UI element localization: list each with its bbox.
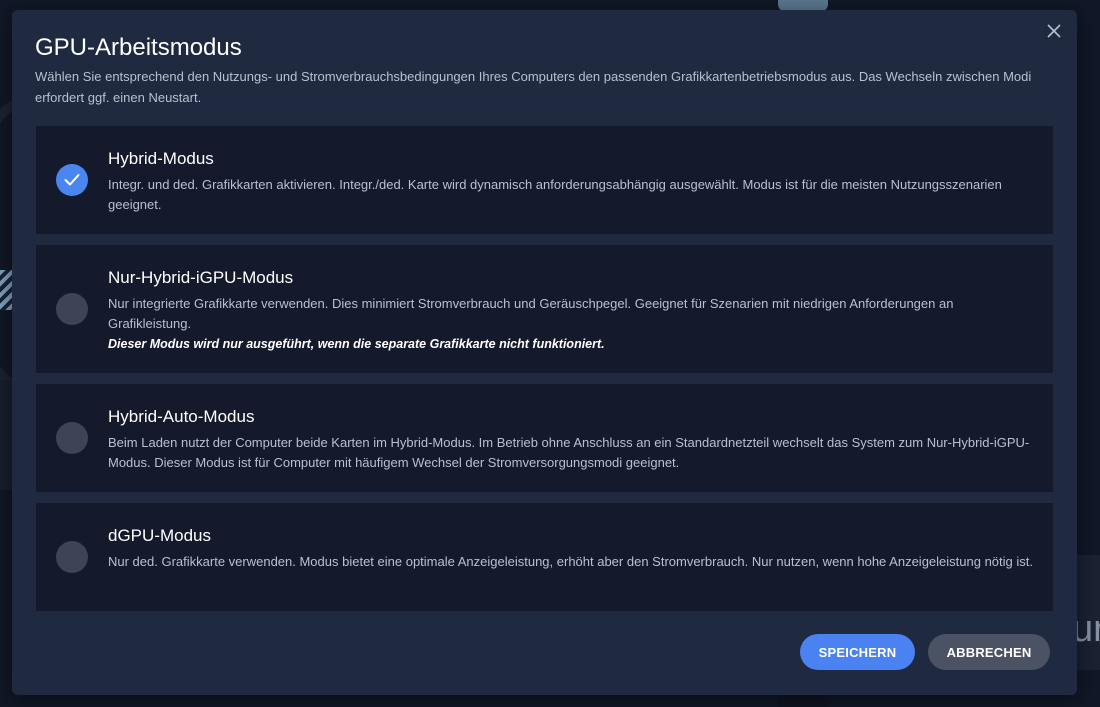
option-title: Hybrid-Modus	[108, 149, 214, 168]
close-icon	[1047, 24, 1061, 38]
radio-button-checked[interactable]	[56, 164, 88, 196]
radio-button[interactable]	[56, 293, 88, 325]
option-title: dGPU-Modus	[108, 526, 211, 545]
background-decoration	[0, 380, 12, 490]
option-description: Integr. und ded. Grafikkarten aktivieren…	[108, 177, 1002, 212]
mode-option-igpu-only[interactable]: Nur-Hybrid-iGPU-Modus Nur integrierte Gr…	[36, 245, 1053, 373]
mode-option-hybrid[interactable]: Hybrid-Modus Integr. und ded. Grafikkart…	[36, 126, 1053, 234]
cancel-button[interactable]: ABBRECHEN	[928, 634, 1050, 670]
mode-option-hybrid-auto[interactable]: Hybrid-Auto-Modus Beim Laden nutzt der C…	[36, 384, 1053, 492]
background-decoration	[778, 695, 828, 707]
option-warning-note: Dieser Modus wird nur ausgeführt, wenn d…	[108, 337, 605, 351]
dialog-title: GPU-Arbeitsmodus	[35, 34, 242, 61]
save-button[interactable]: SPEICHERN	[800, 634, 915, 670]
option-title: Nur-Hybrid-iGPU-Modus	[108, 268, 294, 287]
checkmark-icon	[64, 174, 80, 186]
option-title: Hybrid-Auto-Modus	[108, 407, 255, 426]
gpu-mode-dialog: GPU-Arbeitsmodus Wählen Sie entsprechend…	[12, 10, 1077, 695]
option-description: Nur integrierte Grafikkarte verwenden. D…	[108, 296, 954, 331]
mode-option-dgpu[interactable]: dGPU-Modus Nur ded. Grafikkarte verwende…	[36, 503, 1053, 611]
radio-button[interactable]	[56, 422, 88, 454]
close-button[interactable]	[1043, 20, 1065, 42]
option-description: Beim Laden nutzt der Computer beide Kart…	[108, 435, 1030, 470]
dialog-description: Wählen Sie entsprechend den Nutzungs- un…	[35, 69, 1032, 105]
option-description: Nur ded. Grafikkarte verwenden. Modus bi…	[108, 554, 1033, 569]
radio-button[interactable]	[56, 541, 88, 573]
